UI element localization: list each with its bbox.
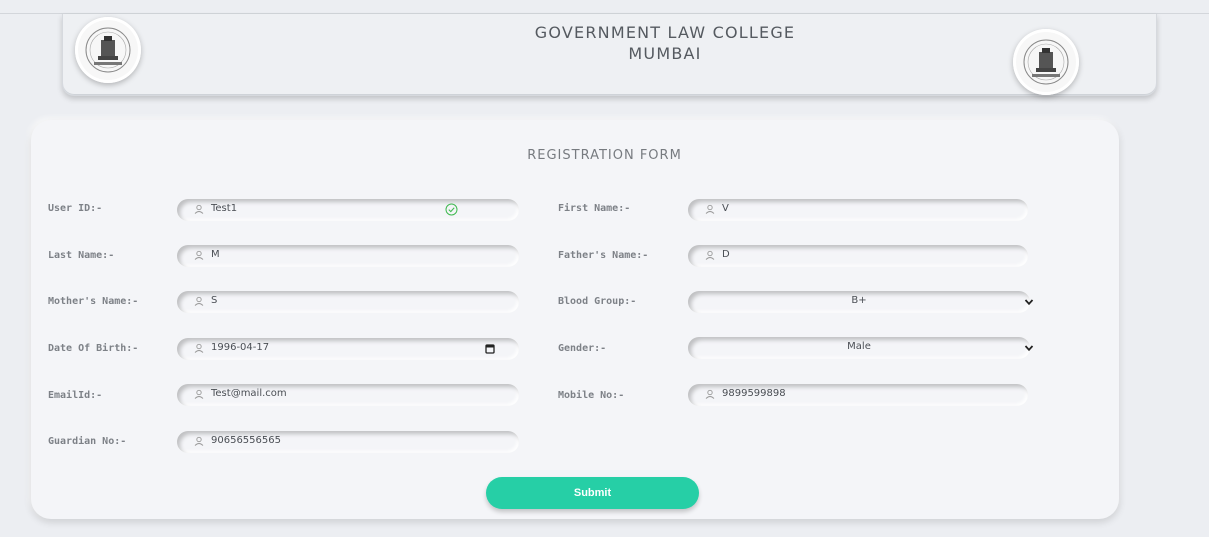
- mobile-input[interactable]: 9899599898: [688, 384, 1028, 406]
- submit-button[interactable]: Submit: [486, 477, 699, 509]
- mobile-value: 9899599898: [722, 388, 786, 399]
- chevron-down-icon: [1024, 299, 1034, 306]
- college-crest-logo: [85, 27, 131, 73]
- email-value: Test@mail.com: [211, 388, 287, 399]
- first-name-value: V: [722, 203, 729, 214]
- email-input[interactable]: Test@mail.com: [177, 384, 519, 406]
- user-id-label: User ID:-: [48, 203, 103, 214]
- last-name-value: M: [211, 249, 220, 260]
- college-title: GOVERNMENT LAW COLLEGE MUMBAI: [460, 22, 870, 64]
- check-circle-icon: [445, 203, 458, 216]
- blood-group-select[interactable]: B+: [688, 291, 1034, 313]
- user-icon: [194, 204, 204, 214]
- father-name-input[interactable]: D: [688, 245, 1028, 267]
- last-name-label: Last Name:-: [48, 250, 115, 261]
- college-title-line2: MUMBAI: [628, 44, 702, 63]
- guardian-value: 90656556565: [211, 435, 281, 446]
- first-name-label: First Name:-: [558, 203, 631, 214]
- form-title: REGISTRATION FORM: [527, 148, 682, 163]
- mother-name-label: Mother's Name:-: [48, 296, 139, 307]
- user-id-input[interactable]: Test1: [177, 199, 519, 221]
- user-icon: [194, 343, 204, 353]
- user-id-value: Test1: [211, 203, 238, 214]
- father-name-value: D: [722, 249, 730, 260]
- mother-name-value: S: [211, 295, 218, 306]
- blood-group-label: Blood Group:-: [558, 296, 637, 307]
- last-name-input[interactable]: M: [177, 245, 519, 267]
- guardian-label: Guardian No:-: [48, 436, 127, 447]
- gender-select[interactable]: Male: [688, 337, 1034, 359]
- dob-label: Date Of Birth:-: [48, 343, 139, 354]
- user-icon: [194, 296, 204, 306]
- email-label: EmailId:-: [48, 390, 103, 401]
- dob-value: 1996-04-17: [211, 342, 270, 353]
- dob-input[interactable]: 1996-04-17: [177, 338, 519, 360]
- chevron-down-icon: [1024, 345, 1034, 352]
- guardian-input[interactable]: 90656556565: [177, 431, 519, 453]
- user-icon: [705, 250, 715, 260]
- college-title-line1: GOVERNMENT LAW COLLEGE: [534, 23, 796, 42]
- blood-group-value: B+: [851, 295, 867, 306]
- user-icon: [194, 389, 204, 399]
- first-name-input[interactable]: V: [688, 199, 1028, 221]
- college-logo-left: [75, 17, 141, 83]
- mother-name-input[interactable]: S: [177, 291, 519, 313]
- registration-card: [31, 120, 1119, 519]
- user-icon: [194, 250, 204, 260]
- user-icon: [705, 204, 715, 214]
- user-icon: [194, 436, 204, 446]
- college-logo-right: [1013, 29, 1079, 95]
- user-icon: [705, 389, 715, 399]
- mobile-label: Mobile No:-: [558, 390, 625, 401]
- gender-value: Male: [847, 341, 871, 352]
- gender-label: Gender:-: [558, 343, 607, 354]
- father-name-label: Father's Name:-: [558, 250, 649, 261]
- calendar-icon[interactable]: [485, 343, 495, 354]
- college-crest-logo: [1023, 39, 1069, 85]
